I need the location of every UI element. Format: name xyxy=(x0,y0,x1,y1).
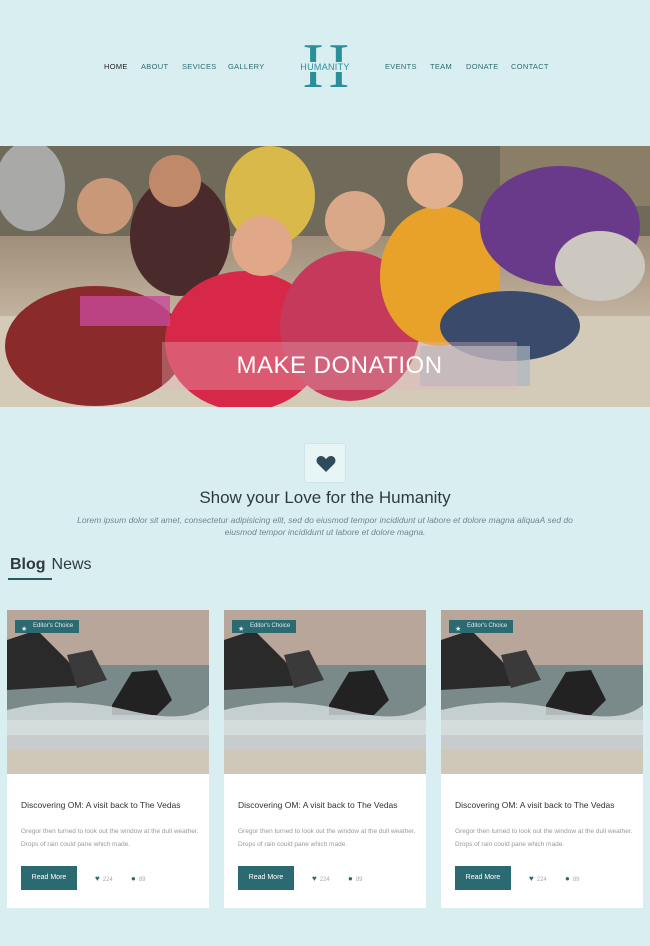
blog-heading-underline xyxy=(8,578,52,580)
editors-choice-badge: ★ Editor's Choice xyxy=(449,620,514,633)
likes-count[interactable]: ♥ 224 xyxy=(529,874,547,883)
comment-icon: ● xyxy=(131,874,136,883)
card-title[interactable]: Discovering OM: A visit back to The Veda… xyxy=(21,800,201,810)
editors-choice-badge: ★ Editor's Choice xyxy=(15,620,80,633)
beach-rock-image xyxy=(7,610,209,774)
likes-value: 224 xyxy=(102,877,113,883)
comment-icon: ● xyxy=(565,874,570,883)
card-title[interactable]: Discovering OM: A visit back to The Veda… xyxy=(238,800,418,810)
blog-card: ★ Editor's Choice Discovering OM: A visit… xyxy=(224,610,426,908)
blog-heading: Blog News xyxy=(10,556,92,574)
hero-caption: MAKE DONATION xyxy=(236,352,443,379)
blog-heading-rest: News xyxy=(51,556,92,573)
heart-icon: ♥ xyxy=(95,874,100,883)
badge-label: Editor's Choice xyxy=(250,623,291,629)
blog-card: ★ Editor's Choice Discovering OM: A visit… xyxy=(441,610,643,908)
hero-caption-box[interactable]: MAKE DONATION xyxy=(162,342,517,390)
badge-label: Editor's Choice xyxy=(467,623,508,629)
heart-icon-box xyxy=(304,443,346,483)
nav-donate[interactable]: DONATE xyxy=(466,62,499,71)
nav-services[interactable]: SEVICES xyxy=(182,62,217,71)
nav-home[interactable]: HOME xyxy=(104,62,128,71)
card-excerpt: Gregor then turned to look out the windo… xyxy=(455,828,633,848)
beach-rock-image xyxy=(441,610,643,774)
beach-rock-image xyxy=(224,610,426,774)
read-more-button[interactable]: Read More xyxy=(238,866,294,890)
star-icon: ★ xyxy=(21,626,28,633)
read-more-button[interactable]: Read More xyxy=(455,866,511,890)
likes-value: 224 xyxy=(319,877,330,883)
star-icon: ★ xyxy=(455,626,462,633)
heart-icon xyxy=(316,456,336,472)
card-excerpt: Gregor then turned to look out the windo… xyxy=(21,828,199,848)
comment-icon: ● xyxy=(348,874,353,883)
site-logo[interactable]: H HUMANITY xyxy=(296,34,354,98)
star-icon: ★ xyxy=(238,626,245,633)
blog-card: ★ Editor's Choice Discovering OM: A visit… xyxy=(7,610,209,908)
heart-icon: ♥ xyxy=(312,874,317,883)
site-header: HOME ABOUT SEVICES GALLERY EVENTS TEAM D… xyxy=(0,0,650,146)
heart-icon: ♥ xyxy=(529,874,534,883)
nav-team[interactable]: TEAM xyxy=(430,62,452,71)
card-excerpt: Gregor then turned to look out the windo… xyxy=(238,828,416,848)
badge-label: Editor's Choice xyxy=(33,623,74,629)
nav-about[interactable]: ABOUT xyxy=(141,62,168,71)
card-image[interactable]: ★ Editor's Choice xyxy=(224,610,426,774)
logo-word: HUMANITY xyxy=(296,62,354,72)
nav-events[interactable]: EVENTS xyxy=(385,62,417,71)
card-image[interactable]: ★ Editor's Choice xyxy=(7,610,209,774)
likes-value: 224 xyxy=(536,877,547,883)
comments-count[interactable]: ● 89 xyxy=(348,874,363,883)
nav-contact[interactable]: CONTACT xyxy=(511,62,549,71)
comments-count[interactable]: ● 89 xyxy=(131,874,146,883)
read-more-button[interactable]: Read More xyxy=(21,866,77,890)
card-title[interactable]: Discovering OM: A visit back to The Veda… xyxy=(455,800,635,810)
nav-gallery[interactable]: GALLERY xyxy=(228,62,265,71)
love-title: Show your Love for the Humanity xyxy=(199,488,451,507)
love-text: Lorem ipsum dolor sit amet, consectetur … xyxy=(77,515,573,537)
card-image[interactable]: ★ Editor's Choice xyxy=(441,610,643,774)
likes-count[interactable]: ♥ 224 xyxy=(312,874,330,883)
comments-count[interactable]: ● 89 xyxy=(565,874,580,883)
comments-value: 89 xyxy=(138,877,146,883)
likes-count[interactable]: ♥ 224 xyxy=(95,874,113,883)
blog-heading-bold: Blog xyxy=(10,556,46,573)
comments-value: 89 xyxy=(355,877,363,883)
editors-choice-badge: ★ Editor's Choice xyxy=(232,620,297,633)
hero-banner: MAKE DONATION xyxy=(0,146,650,407)
comments-value: 89 xyxy=(572,877,580,883)
